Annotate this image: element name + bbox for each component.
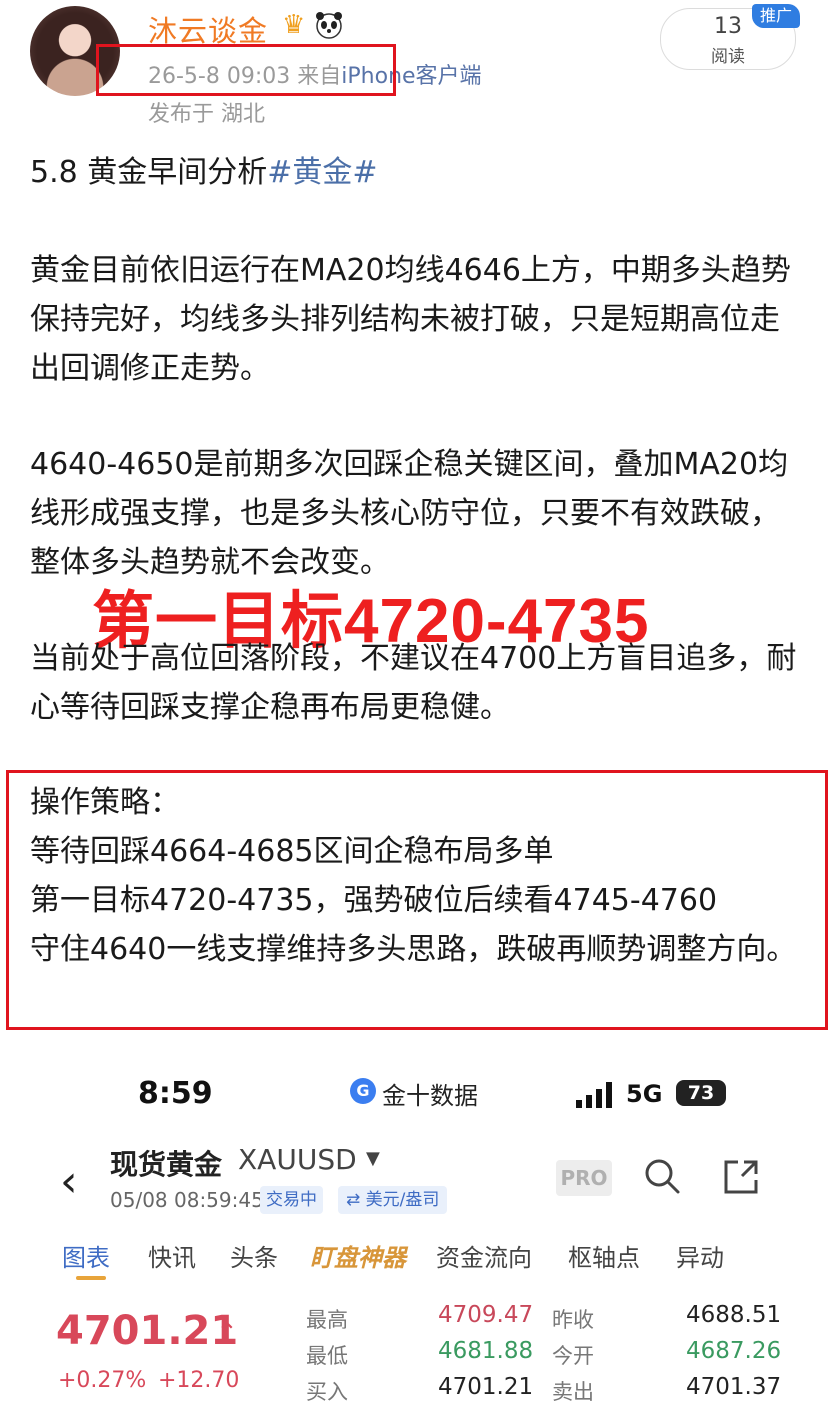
highlight-box-datetime [96,44,396,96]
strategy-line-1: 等待回踩4664-4685区间企稳布局多单 [30,834,554,869]
post-title: 5.8 黄金早间分析#黄金# [30,148,800,197]
high-label: 最高 [306,1308,348,1332]
low-label: 最低 [306,1344,348,1368]
change-percent: +0.27% [58,1368,147,1393]
high-value: 4709.47 [438,1302,534,1328]
trading-status-badge: 交易中 [260,1186,323,1214]
open-label: 今开 [552,1344,594,1368]
chevron-down-icon[interactable]: ▼ [366,1148,380,1169]
tab-capital-flow[interactable]: 资金流向 [436,1238,532,1273]
tab-active-indicator [76,1276,106,1280]
search-icon[interactable] [642,1156,682,1196]
tab-flash-news[interactable]: 快讯 [148,1238,196,1273]
change-absolute: +12.70 [158,1368,240,1393]
post-paragraph-2: 4640-4650是前期多次回踩企稳关键区间，叠加MA20均线形成强支撑，也是多… [30,447,789,580]
promo-badge: 推广 [752,4,800,28]
network-label: 5G [626,1080,663,1108]
post-location: 发布于 湖北 [148,102,265,127]
bid-label: 买入 [306,1380,348,1404]
topic-tag[interactable]: #黄金# [267,155,377,190]
quote-symbol[interactable]: XAUUSD [238,1143,357,1176]
prev-close-value: 4688.51 [686,1302,782,1328]
open-value: 4687.26 [686,1338,782,1364]
quote-time: 05/08 08:59:45 [110,1188,264,1212]
post-paragraph-3: 当前处于高位回落阶段，不建议在4700上方盲目追多，耐心等待回踩支撑企稳再布局更… [30,641,797,725]
tab-pivot-points[interactable]: 枢轴点 [568,1238,640,1273]
panda-icon [316,12,342,39]
ask-value: 4701.37 [686,1374,782,1400]
prev-close-label: 昨收 [552,1308,594,1332]
unit-toggle[interactable]: ⇄ 美元/盎司 [338,1186,448,1214]
app-badge-icon: G [350,1078,376,1104]
signal-icon [576,1082,612,1108]
bid-value: 4701.21 [438,1374,534,1400]
tab-chart[interactable]: 图表 [62,1238,110,1273]
tab-watch-tool[interactable]: 盯盘神器 [310,1238,406,1273]
strategy-line-3: 守住4640一线支撑维持多头思路，跌破再顺势调整方向。 [30,932,797,967]
share-icon[interactable] [722,1158,760,1196]
tab-movements[interactable]: 异动 [676,1238,724,1273]
post-paragraph-1: 黄金目前依旧运行在MA20均线4646上方，中期多头趋势保持完好，均线多头排列结… [30,253,791,386]
strategy-heading: 操作策略： [30,785,180,820]
arrow-up-icon: ↑ [216,1318,238,1348]
tab-headlines[interactable]: 头条 [230,1238,278,1273]
reads-label: 阅读 [711,47,745,67]
battery-icon: 73 [676,1080,726,1106]
pro-button[interactable]: PRO [556,1160,612,1196]
quote-name: 现货黄金 [110,1148,223,1181]
strategy-line-2: 第一目标4720-4735，强势破位后续看4745-4760 [30,883,718,918]
current-price: 4701.21 [56,1308,239,1354]
post-title-text: 5.8 黄金早间分析 [30,155,268,190]
crown-icon: ♛ [282,10,306,40]
ask-label: 卖出 [552,1380,594,1404]
back-icon[interactable]: ‹ [60,1160,78,1204]
low-value: 4681.88 [438,1338,534,1364]
status-time: 8:59 [138,1076,213,1111]
app-name: 金十数据 [382,1082,478,1110]
